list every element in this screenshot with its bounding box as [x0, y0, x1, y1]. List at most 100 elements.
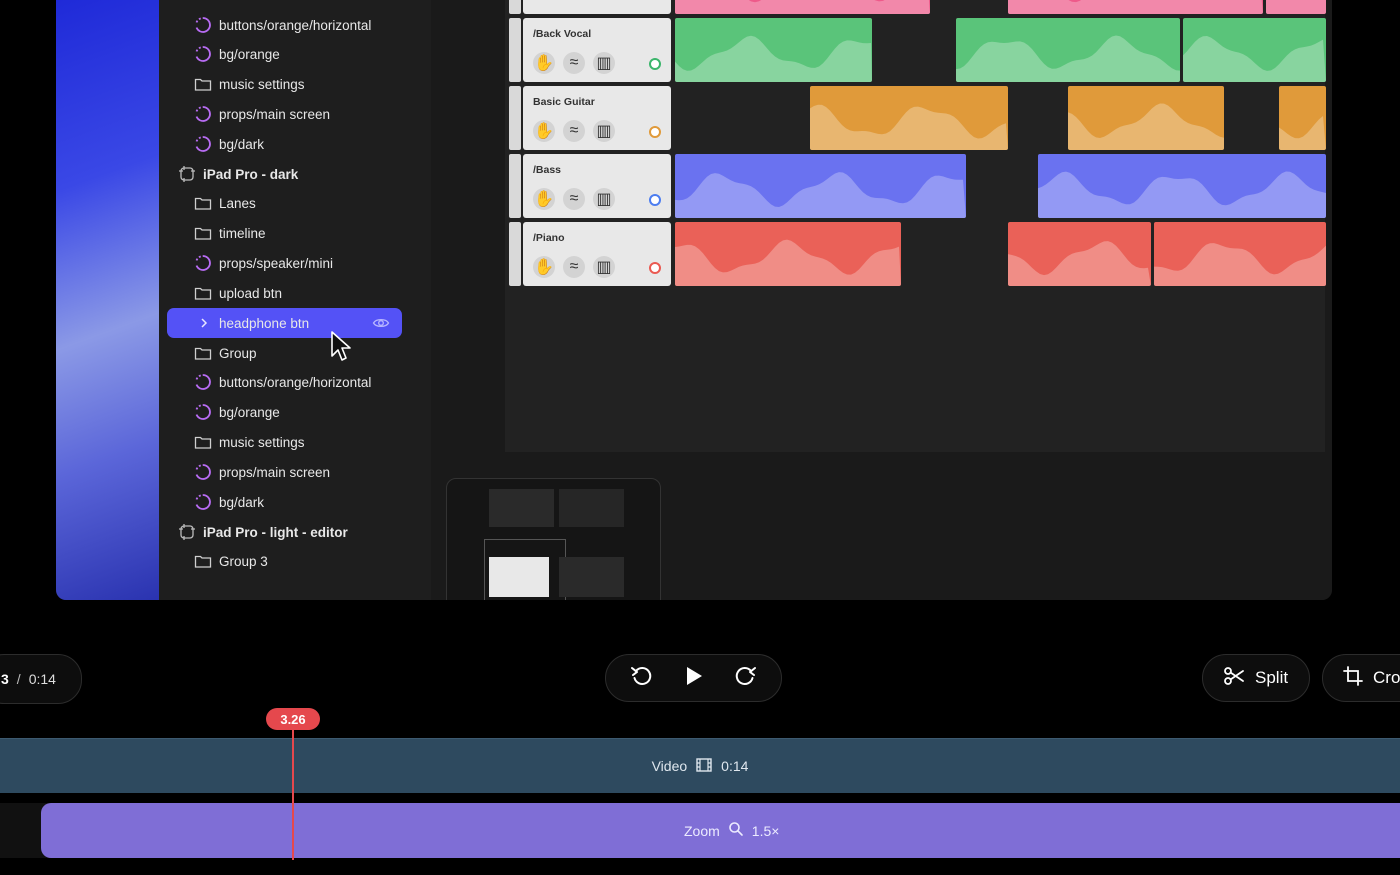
chevron-right-icon[interactable] — [197, 316, 211, 330]
video-track[interactable]: Video 0:14 — [0, 738, 1400, 793]
component-icon — [193, 104, 213, 124]
audio-clip[interactable] — [675, 154, 966, 218]
layer-item-folder[interactable]: timeline — [167, 218, 402, 248]
track-header: Basic Guitar ✋ ≈ ▥ — [523, 86, 671, 150]
track-color-dot[interactable] — [649, 262, 661, 274]
audio-clip[interactable] — [1008, 222, 1151, 286]
zoom-segment[interactable]: Zoom 1.5× — [41, 803, 1400, 858]
audio-clip[interactable] — [1154, 222, 1326, 286]
waveform — [956, 35, 1180, 82]
audio-clip[interactable] — [1038, 154, 1326, 218]
waveform — [675, 0, 930, 14]
arrangement-area: /Back Vocal ✋ ≈ ▥ Basic Guitar ✋ ≈ ▥ /Ba… — [505, 0, 1326, 452]
audio-clip[interactable] — [810, 86, 1008, 150]
track-color-dot[interactable] — [649, 126, 661, 138]
audio-clip[interactable] — [675, 222, 901, 286]
layer-item-folder[interactable]: Group 3 — [167, 546, 402, 576]
layer-item-label: buttons/orange/horizontal — [219, 17, 372, 33]
layer-item-component[interactable]: bg/dark — [167, 487, 402, 517]
component-icon — [193, 372, 213, 392]
component-icon — [193, 492, 213, 512]
canvas-minimap[interactable] — [446, 478, 661, 600]
audio-clip[interactable] — [1266, 0, 1326, 14]
split-label: Split — [1255, 668, 1289, 687]
wave-icon[interactable]: ≈ — [563, 256, 585, 278]
layer-item-label: headphone btn — [219, 315, 310, 331]
audio-clip[interactable] — [1183, 18, 1326, 82]
waveform — [1154, 243, 1326, 286]
wave-icon[interactable]: ≈ — [563, 188, 585, 210]
wave-icon[interactable]: ≈ — [563, 120, 585, 142]
frame-icon — [177, 164, 197, 184]
layer-item-component[interactable]: bg/orange — [167, 39, 402, 69]
piano-icon[interactable]: ▥ — [593, 52, 615, 74]
rewind-icon[interactable] — [629, 663, 655, 694]
layer-item-label: bg/dark — [219, 136, 265, 152]
track-drag-handle[interactable] — [509, 86, 521, 150]
track-color-dot[interactable] — [649, 58, 661, 70]
music-editor-canvas: /Back Vocal ✋ ≈ ▥ Basic Guitar ✋ ≈ ▥ /Ba… — [431, 0, 1332, 600]
layer-item-label: music settings — [219, 434, 305, 450]
layer-item-component[interactable]: props/main screen — [167, 457, 402, 487]
component-icon — [193, 15, 213, 35]
audio-clip[interactable] — [1008, 0, 1263, 14]
track-drag-handle[interactable] — [509, 18, 521, 82]
video-track-duration: 0:14 — [721, 758, 749, 774]
layer-item-folder[interactable]: music settings — [167, 427, 402, 457]
track-drag-handle[interactable] — [509, 222, 521, 286]
layer-item-component[interactable]: buttons/orange/horizontal — [167, 367, 402, 397]
wave-icon[interactable]: ≈ — [563, 52, 585, 74]
zoom-value: 1.5× — [751, 822, 780, 839]
layer-item-folder[interactable]: music settings — [167, 69, 402, 99]
audio-clip[interactable] — [1279, 86, 1326, 150]
layer-item-folder[interactable]: Lanes — [167, 188, 402, 218]
play-icon[interactable] — [681, 664, 705, 693]
component-icon — [193, 462, 213, 482]
split-button[interactable]: Split — [1202, 654, 1310, 702]
layer-item-label: bg/orange — [219, 404, 280, 420]
layer-item-label: props/speaker/mini — [219, 255, 334, 271]
layer-item-frame[interactable]: iPad Pro - light - editor — [167, 517, 402, 547]
total-time: 0:14 — [28, 671, 56, 687]
layer-item-component[interactable]: buttons/orange/horizontal — [167, 10, 402, 40]
waveform — [1038, 171, 1326, 218]
desktop-wallpaper — [56, 0, 159, 600]
waveform — [1068, 103, 1224, 150]
track-color-dot[interactable] — [649, 194, 661, 206]
audio-clip[interactable] — [675, 18, 872, 82]
transport-controls — [605, 654, 782, 702]
audio-clip[interactable] — [675, 0, 930, 14]
hand-icon[interactable]: ✋ — [533, 188, 555, 210]
eye-icon[interactable] — [372, 315, 390, 334]
playhead-line[interactable] — [292, 728, 294, 860]
layer-item-folder[interactable]: Group — [167, 338, 402, 368]
component-icon — [193, 402, 213, 422]
track-drag-handle[interactable] — [509, 154, 521, 218]
layer-item-component[interactable]: props/main screen — [167, 99, 402, 129]
layer-item-label: bg/orange — [219, 46, 280, 62]
hand-icon[interactable]: ✋ — [533, 52, 555, 74]
forward-icon[interactable] — [732, 663, 758, 694]
waveform — [675, 35, 872, 82]
track-name: /Back Vocal — [533, 28, 592, 40]
crop-button[interactable]: Cro — [1322, 654, 1400, 702]
layer-item-component[interactable]: bg/orange — [167, 397, 402, 427]
piano-icon[interactable]: ▥ — [593, 120, 615, 142]
piano-icon[interactable]: ▥ — [593, 188, 615, 210]
time-display: 3 / 0:14 — [0, 654, 82, 704]
layer-item-component[interactable]: props/speaker/mini — [167, 248, 402, 278]
audio-clip[interactable] — [956, 18, 1180, 82]
hand-icon[interactable]: ✋ — [533, 120, 555, 142]
layer-item-folder[interactable]: upload btn — [167, 278, 402, 308]
layer-item-selected[interactable]: headphone btn — [167, 308, 402, 338]
audio-clip[interactable] — [1068, 86, 1224, 150]
playhead-time-label[interactable]: 3.26 — [266, 708, 320, 730]
layer-item-label: Group — [219, 345, 257, 361]
track-drag-handle[interactable] — [509, 0, 521, 14]
mouse-cursor-icon — [331, 331, 351, 361]
piano-icon[interactable]: ▥ — [593, 256, 615, 278]
layer-item-frame[interactable]: iPad Pro - dark — [167, 159, 402, 189]
hand-icon[interactable]: ✋ — [533, 256, 555, 278]
layer-item-component[interactable]: bg/dark — [167, 129, 402, 159]
waveform — [1183, 36, 1326, 82]
